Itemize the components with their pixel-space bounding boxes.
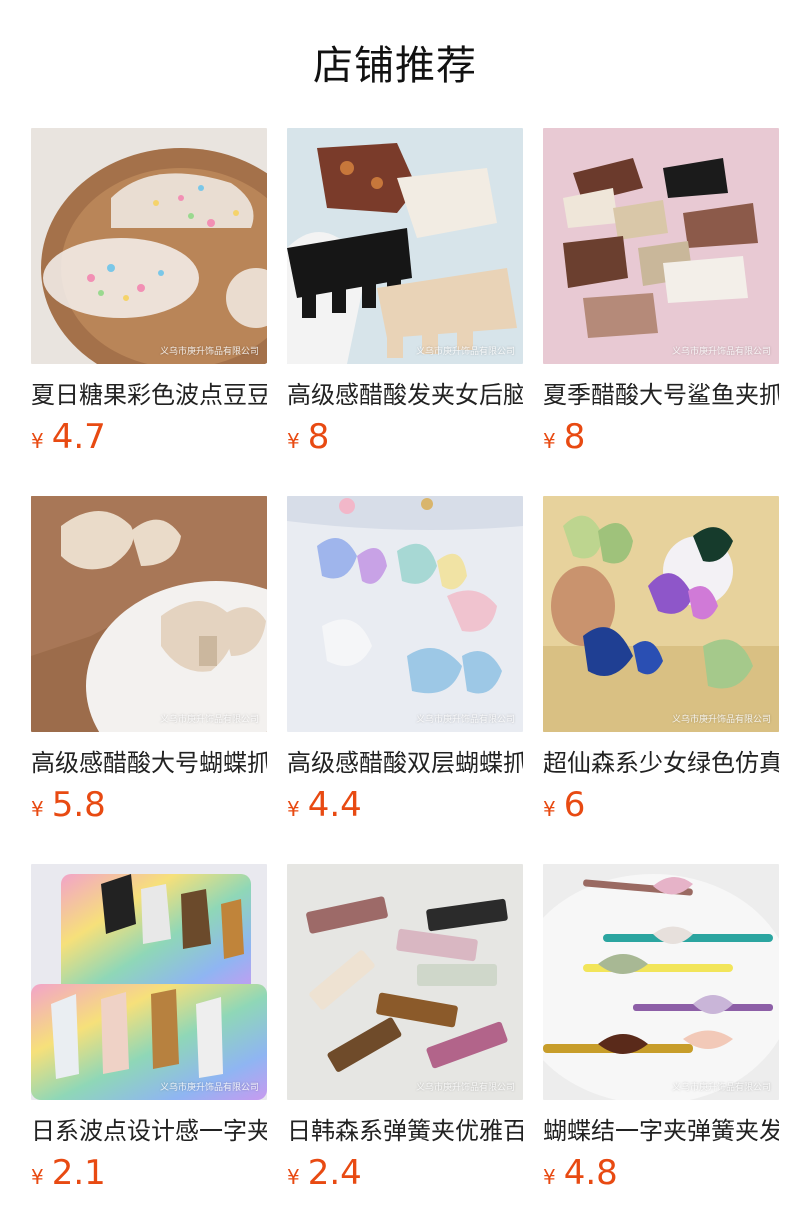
product-image[interactable]: 义乌市庚升饰品有限公司 bbox=[31, 128, 267, 364]
currency-symbol: ¥ bbox=[31, 797, 44, 821]
product-image[interactable]: 义乌市庚升饰品有限公司 bbox=[31, 864, 267, 1100]
watermark-text: 义乌市庚升饰品有限公司 bbox=[415, 347, 515, 357]
watermark-text: 义乌市庚升饰品有限公司 bbox=[415, 1083, 515, 1093]
product-card[interactable]: 义乌市庚升饰品有限公司 蝴蝶结一字夹弹簧夹发夹 ¥ 4.8 bbox=[543, 864, 779, 1232]
price-value: 8 bbox=[307, 417, 330, 457]
product-price: ¥ 2.1 bbox=[31, 1153, 267, 1193]
product-card[interactable]: 义乌市庚升饰品有限公司 夏日糖果彩色波点豆豆抓夹 ¥ 4.7 bbox=[31, 128, 267, 496]
product-price: ¥ 4.7 bbox=[31, 417, 267, 457]
price-value: 5.8 bbox=[51, 785, 106, 825]
product-title[interactable]: 夏日糖果彩色波点豆豆抓夹 bbox=[31, 379, 267, 411]
currency-symbol: ¥ bbox=[31, 429, 44, 453]
product-image[interactable]: 义乌市庚升饰品有限公司 bbox=[543, 128, 779, 364]
product-card[interactable]: 义乌市庚升饰品有限公司 高级感醋酸发夹女后脑勺 ¥ 8 bbox=[287, 128, 523, 496]
currency-symbol: ¥ bbox=[287, 797, 300, 821]
currency-symbol: ¥ bbox=[31, 1165, 44, 1189]
price-value: 6 bbox=[563, 785, 586, 825]
section-header: 店铺推荐 bbox=[0, 0, 790, 128]
product-image[interactable]: 义乌市庚升饰品有限公司 bbox=[543, 864, 779, 1100]
product-price: ¥ 4.4 bbox=[287, 785, 523, 825]
product-price: ¥ 6 bbox=[543, 785, 779, 825]
product-card[interactable]: 义乌市庚升饰品有限公司 高级感醋酸双层蝴蝶抓夹 ¥ 4.4 bbox=[287, 496, 523, 864]
product-price: ¥ 8 bbox=[287, 417, 523, 457]
product-price: ¥ 2.4 bbox=[287, 1153, 523, 1193]
product-title[interactable]: 日韩森系弹簧夹优雅百搭 bbox=[287, 1115, 523, 1147]
currency-symbol: ¥ bbox=[287, 1165, 300, 1189]
product-card[interactable]: 义乌市庚升饰品有限公司 日系波点设计感一字夹 ¥ 2.1 bbox=[31, 864, 267, 1232]
product-title[interactable]: 高级感醋酸双层蝴蝶抓夹 bbox=[287, 747, 523, 779]
product-card[interactable]: 义乌市庚升饰品有限公司 高级感醋酸大号蝴蝶抓夹 ¥ 5.8 bbox=[31, 496, 267, 864]
watermark-text: 义乌市庚升饰品有限公司 bbox=[159, 1083, 259, 1093]
product-card[interactable]: 义乌市庚升饰品有限公司 夏季醋酸大号鲨鱼夹抓夹 ¥ 8 bbox=[543, 128, 779, 496]
currency-symbol: ¥ bbox=[543, 1165, 556, 1189]
product-price: ¥ 4.8 bbox=[543, 1153, 779, 1193]
price-value: 2.4 bbox=[307, 1153, 362, 1193]
section-title: 店铺推荐 bbox=[313, 43, 477, 89]
product-card[interactable]: 义乌市庚升饰品有限公司 日韩森系弹簧夹优雅百搭 ¥ 2.4 bbox=[287, 864, 523, 1232]
price-value: 2.1 bbox=[51, 1153, 106, 1193]
product-title[interactable]: 高级感醋酸发夹女后脑勺 bbox=[287, 379, 523, 411]
product-card[interactable]: 义乌市庚升饰品有限公司 超仙森系少女绿色仿真蝴蝶 ¥ 6 bbox=[543, 496, 779, 864]
product-title[interactable]: 蝴蝶结一字夹弹簧夹发夹 bbox=[543, 1115, 779, 1147]
currency-symbol: ¥ bbox=[543, 797, 556, 821]
watermark-text: 义乌市庚升饰品有限公司 bbox=[415, 715, 515, 725]
watermark-text: 义乌市庚升饰品有限公司 bbox=[671, 347, 771, 357]
watermark-text: 义乌市庚升饰品有限公司 bbox=[159, 715, 259, 725]
product-image[interactable]: 义乌市庚升饰品有限公司 bbox=[287, 496, 523, 732]
price-value: 4.8 bbox=[563, 1153, 618, 1193]
price-value: 8 bbox=[563, 417, 586, 457]
product-image[interactable]: 义乌市庚升饰品有限公司 bbox=[287, 128, 523, 364]
watermark-text: 义乌市庚升饰品有限公司 bbox=[671, 1083, 771, 1093]
price-value: 4.7 bbox=[51, 417, 106, 457]
watermark-text: 义乌市庚升饰品有限公司 bbox=[671, 715, 771, 725]
product-price: ¥ 5.8 bbox=[31, 785, 267, 825]
product-grid: 义乌市庚升饰品有限公司 夏日糖果彩色波点豆豆抓夹 ¥ 4.7 义乌市庚升饰品有限… bbox=[31, 128, 790, 1232]
product-image[interactable]: 义乌市庚升饰品有限公司 bbox=[31, 496, 267, 732]
watermark-text: 义乌市庚升饰品有限公司 bbox=[159, 347, 259, 357]
product-title[interactable]: 超仙森系少女绿色仿真蝴蝶 bbox=[543, 747, 779, 779]
product-title[interactable]: 日系波点设计感一字夹 bbox=[31, 1115, 267, 1147]
currency-symbol: ¥ bbox=[543, 429, 556, 453]
currency-symbol: ¥ bbox=[287, 429, 300, 453]
product-title[interactable]: 高级感醋酸大号蝴蝶抓夹 bbox=[31, 747, 267, 779]
product-price: ¥ 8 bbox=[543, 417, 779, 457]
product-image[interactable]: 义乌市庚升饰品有限公司 bbox=[543, 496, 779, 732]
price-value: 4.4 bbox=[307, 785, 362, 825]
product-image[interactable]: 义乌市庚升饰品有限公司 bbox=[287, 864, 523, 1100]
product-title[interactable]: 夏季醋酸大号鲨鱼夹抓夹 bbox=[543, 379, 779, 411]
